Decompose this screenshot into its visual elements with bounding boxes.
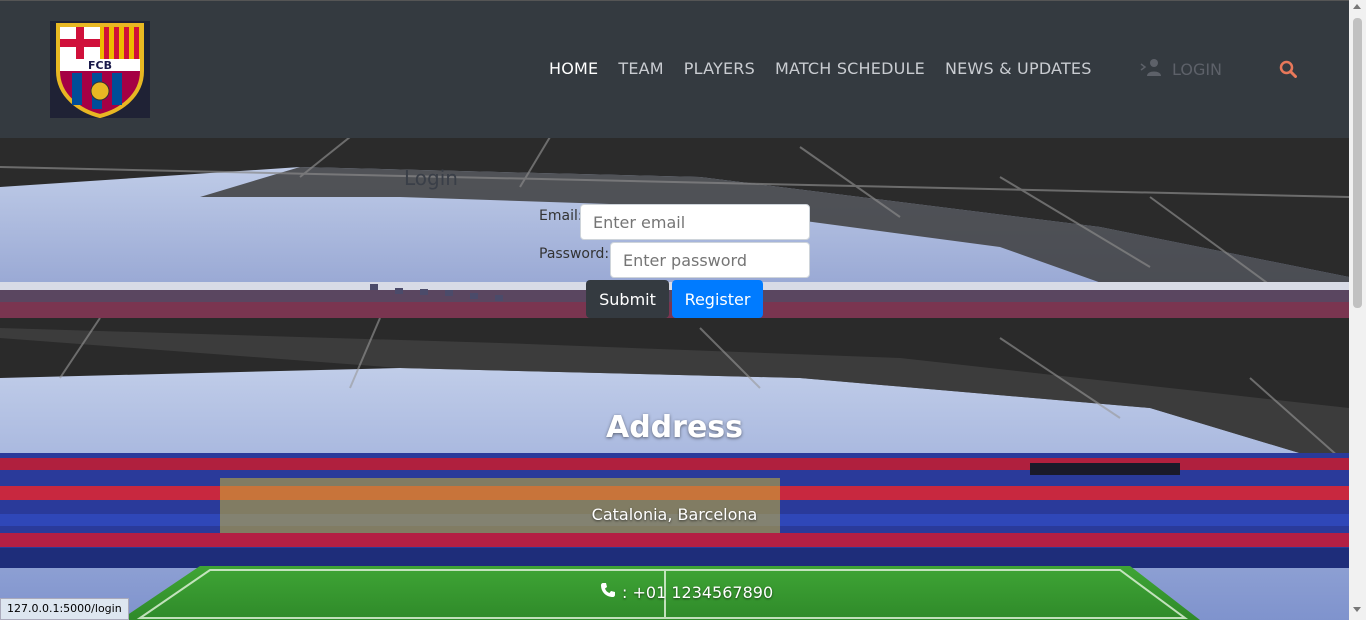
login-link[interactable]: LOGIN [1140,58,1222,82]
stadium-background-bottom [0,318,1349,620]
login-label: LOGIN [1172,60,1223,79]
login-title: Login [404,166,458,190]
email-field[interactable] [580,204,810,240]
address-location: Catalonia, Barcelona [591,505,758,524]
submit-button[interactable]: Submit [586,280,669,318]
browser-status-url: 127.0.0.1:5000/login [0,598,129,620]
page: FCB HOME TEAM PLAYERS MATCH SCHEDULE NEW… [0,0,1366,620]
scroll-thumb[interactable] [1353,18,1362,308]
scroll-down-arrow-icon[interactable] [1353,607,1361,612]
page-scrollbar[interactable] [1349,0,1366,620]
nav-home[interactable]: HOME [549,58,598,80]
address-heading: Address [605,410,744,445]
fcb-logo[interactable]: FCB [50,21,150,119]
register-button[interactable]: Register [672,280,763,318]
phone-number: : +01 1234567890 [622,582,774,602]
main-nav: HOME TEAM PLAYERS MATCH SCHEDULE NEWS & … [549,58,1112,80]
nav-players[interactable]: PLAYERS [684,58,755,80]
phone-icon [600,582,616,602]
password-field[interactable] [610,242,810,278]
user-login-icon [1140,58,1162,82]
scroll-up-arrow-icon[interactable] [1353,4,1361,9]
phone-contact: : +01 1234567890 [600,582,773,602]
nav-match-schedule[interactable]: MATCH SCHEDULE [775,58,925,80]
site-header: FCB HOME TEAM PLAYERS MATCH SCHEDULE NEW… [0,0,1349,138]
search-icon[interactable] [1279,60,1297,78]
nav-news-updates[interactable]: NEWS & UPDATES [945,58,1092,80]
password-label: Password: [539,246,610,262]
email-label: Email: [539,208,583,224]
nav-team[interactable]: TEAM [618,58,663,80]
logo-text: FCB [88,59,112,72]
